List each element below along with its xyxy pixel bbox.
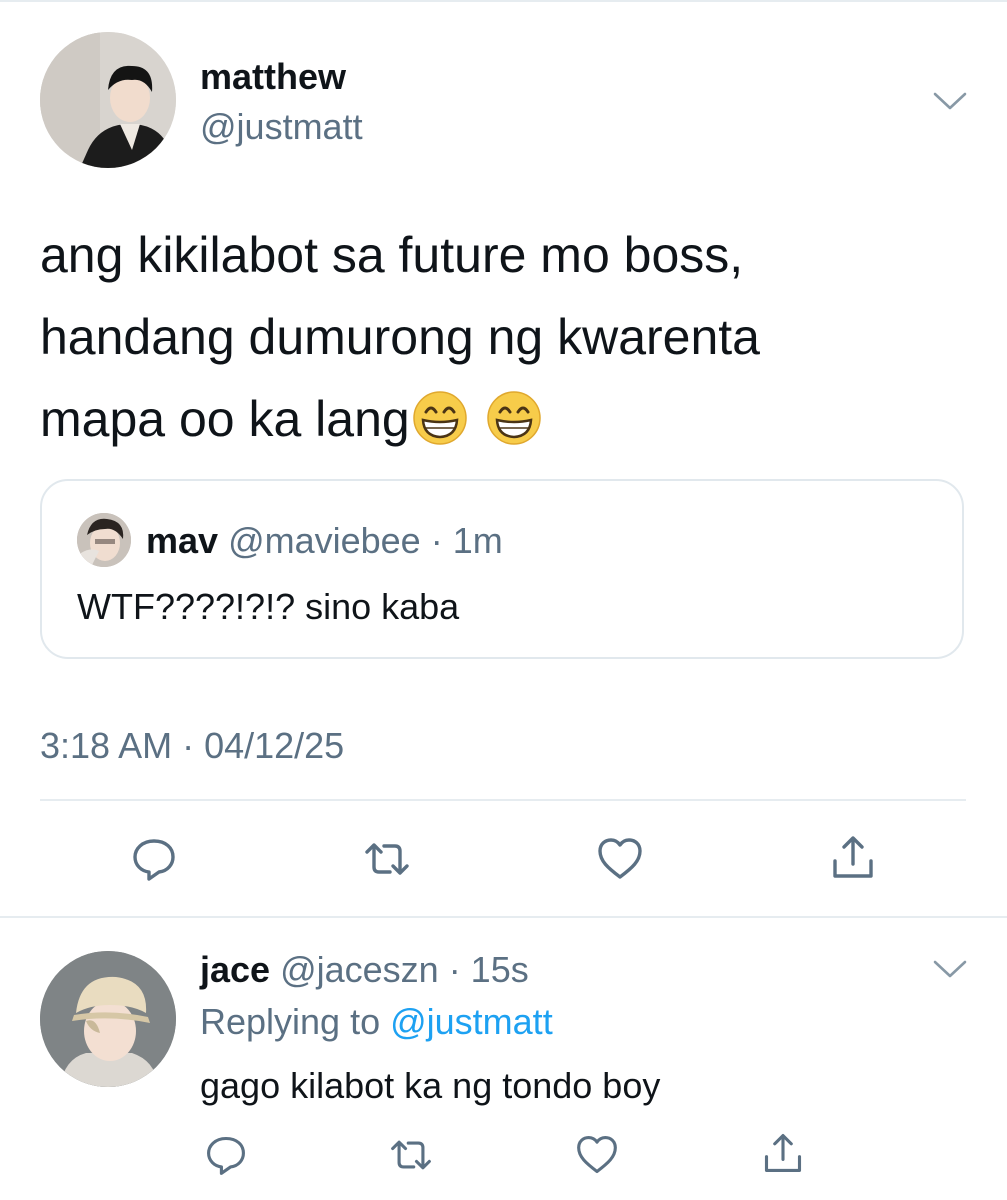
like-button[interactable] [570, 1128, 624, 1182]
share-icon [833, 836, 873, 878]
retweet-icon [365, 843, 409, 875]
reply-icon [207, 1136, 245, 1175]
author-name[interactable]: matthew [200, 56, 346, 98]
like-icon [577, 1136, 617, 1174]
quoted-tweet-text: WTF????!?!? sino kaba [77, 586, 460, 627]
reply-button[interactable] [127, 832, 181, 886]
reply-author-name[interactable]: jace [200, 949, 270, 990]
quoted-author-name: mav [146, 520, 219, 561]
share-button[interactable] [826, 830, 880, 884]
tweet-text-line: ang kikilabot sa future mo boss, [40, 227, 744, 283]
reply-header: jace @jaceszn · 15s [200, 948, 529, 992]
quoted-tweet-header: mav @maviebee · 1m [146, 519, 503, 563]
retweet-button[interactable] [384, 1128, 438, 1182]
tweet-text-line-text: mapa oo ka lang [40, 391, 410, 447]
reply-author-meta: @jaceszn · 15s [270, 949, 529, 990]
like-icon [598, 838, 642, 879]
replying-to-mention[interactable]: @justmatt [390, 1001, 553, 1042]
chevron-down-icon[interactable] [933, 958, 967, 980]
divider [40, 799, 966, 801]
reply-button[interactable] [199, 1128, 253, 1182]
tweet-timestamp: 3:18 AM · 04/12/25 [40, 725, 345, 766]
replying-to-label: Replying to [200, 1001, 391, 1042]
top-divider [0, 0, 1007, 2]
quoted-author-meta: @maviebee · 1m [218, 520, 503, 561]
author-avatar[interactable] [40, 32, 176, 168]
tweet-text-line: mapa oo ka lang [40, 378, 980, 460]
replying-to: Replying to @justmatt [200, 1000, 553, 1044]
author-handle[interactable]: @justmatt [200, 106, 363, 148]
quoted-tweet-card[interactable]: mav @maviebee · 1m WTF????!?!? sino kaba [40, 479, 964, 659]
tweet-text: ang kikilabot sa future mo boss, handang… [40, 214, 980, 460]
quoted-author-avatar [77, 513, 131, 567]
chevron-down-icon[interactable] [933, 90, 967, 112]
grinning-emoji-icon [412, 388, 468, 445]
share-button[interactable] [756, 1126, 810, 1180]
like-button[interactable] [593, 832, 647, 886]
share-icon [764, 1134, 802, 1172]
tweet-text-line: handang dumurong ng kwarenta [40, 309, 760, 365]
reply-text: gago kilabot ka ng tondo boy [200, 1065, 661, 1106]
reply-icon [133, 839, 175, 881]
retweet-icon [391, 1140, 431, 1170]
grinning-emoji-icon [486, 388, 542, 445]
divider [0, 916, 1007, 918]
reply-author-avatar[interactable] [40, 951, 176, 1087]
retweet-button[interactable] [360, 832, 414, 886]
